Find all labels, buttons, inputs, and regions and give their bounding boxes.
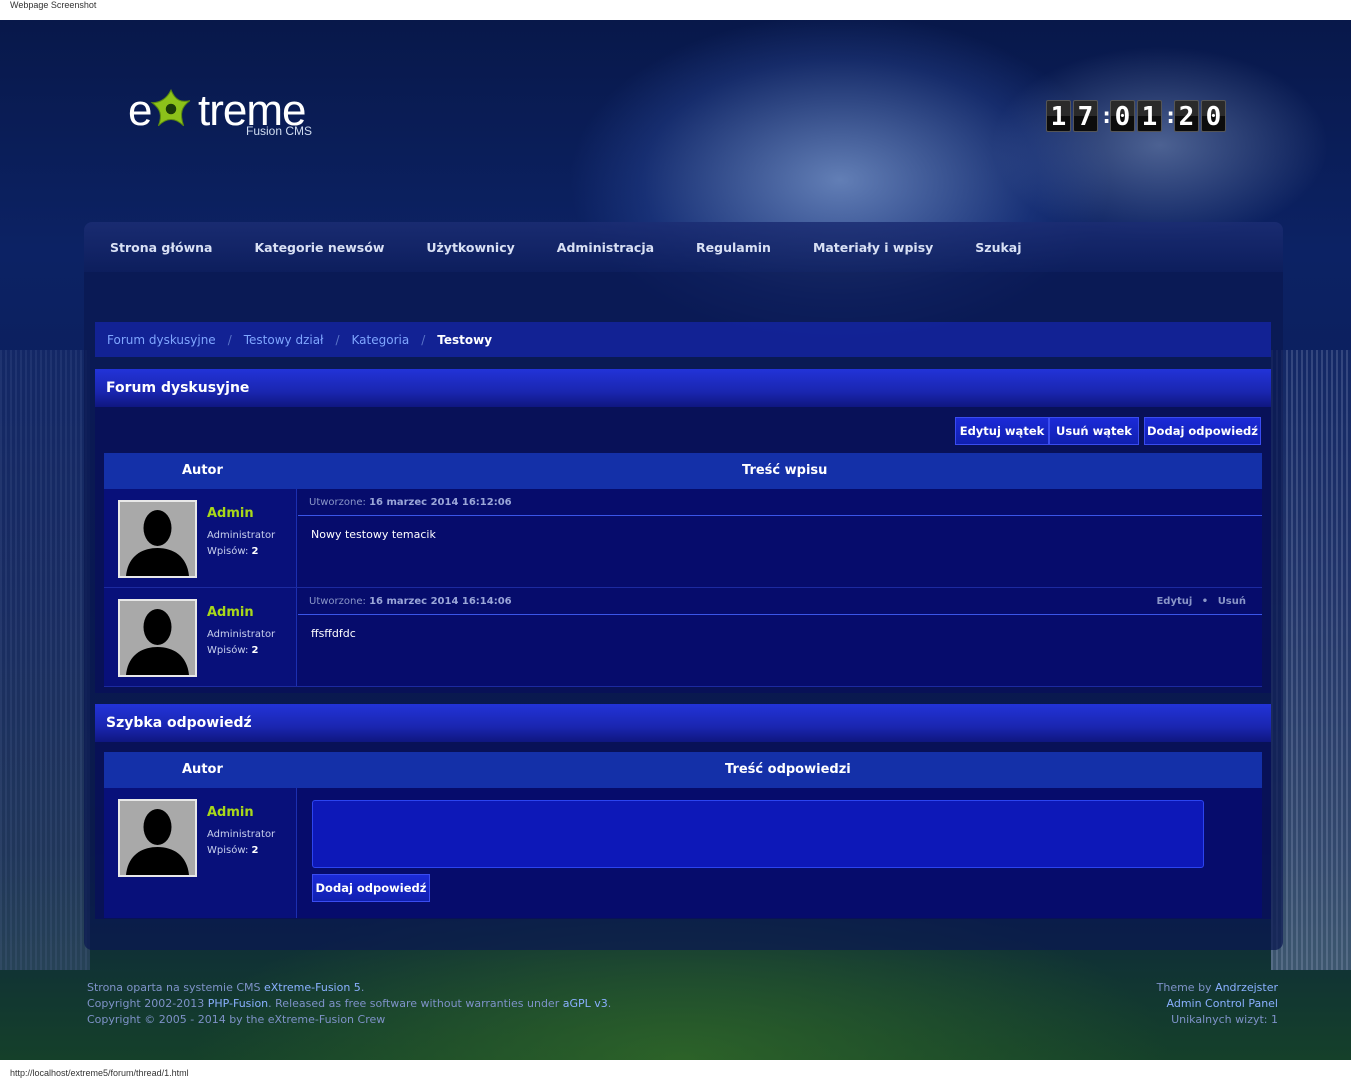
footer-link-phpfusion[interactable]: PHP-Fusion — [208, 997, 268, 1010]
footer-line-2: Copyright 2002-2013 PHP-Fusion. Released… — [87, 997, 612, 1010]
footer-link-agpl[interactable]: aGPL v3 — [563, 997, 608, 1010]
post-body: Nowy testowy temacik — [311, 528, 436, 541]
submit-reply-button[interactable]: Dodaj odpowiedź — [312, 874, 430, 902]
background-crowd-right — [1271, 350, 1351, 970]
posts-table-header: Autor Treść wpisu — [104, 453, 1262, 489]
forum-panel: Forum dyskusyjne Edytuj wątek Usuń wątek… — [95, 369, 1271, 693]
nav-item-news-categories[interactable]: Kategorie newsów — [254, 240, 384, 255]
breadcrumb: Forum dyskusyjne / Testowy dział / Kateg… — [95, 322, 1271, 357]
nav-item-rules[interactable]: Regulamin — [696, 240, 771, 255]
post-meta: Utworzone: 16 marzec 2014 16:12:06 — [298, 489, 1262, 516]
reply-username[interactable]: Admin — [207, 805, 254, 820]
post-author: Admin Administrator Wpisów: 2 — [104, 588, 297, 686]
breadcrumb-link-section[interactable]: Testowy dział — [244, 333, 324, 347]
post-content: Utworzone: 16 marzec 2014 16:12:06 Nowy … — [298, 489, 1262, 587]
avatar[interactable] — [118, 500, 197, 578]
flip-clock: 1 7 : 0 1 : 2 0 — [1046, 100, 1228, 132]
column-content: Treść wpisu — [742, 463, 828, 478]
user-silhouette-icon — [120, 801, 195, 875]
quick-reply-panel: Szybka odpowiedź Autor Treść odpowiedzi … — [95, 704, 1271, 919]
footer-theme: Theme by Andrzejster — [1156, 981, 1278, 994]
edit-post-link[interactable]: Edytuj — [1156, 596, 1192, 607]
clock-colon: : — [1164, 103, 1178, 129]
edit-thread-button[interactable]: Edytuj wątek — [955, 417, 1049, 445]
breadcrumb-separator: / — [227, 332, 232, 347]
nav-item-search[interactable]: Szukaj — [975, 240, 1021, 255]
post-actions: Edytuj • Usuń — [1156, 588, 1246, 615]
post-username[interactable]: Admin — [207, 605, 254, 620]
nav-item-materials[interactable]: Materiały i wpisy — [813, 240, 933, 255]
breadcrumb-separator: / — [335, 332, 340, 347]
footer-link-author[interactable]: Andrzejster — [1215, 981, 1278, 994]
forum-panel-title: Forum dyskusyjne — [95, 369, 1271, 407]
post-author: Admin Administrator Wpisów: 2 — [104, 489, 297, 587]
forum-post: Admin Administrator Wpisów: 2 Utworzone:… — [104, 489, 1262, 588]
post-username[interactable]: Admin — [207, 506, 254, 521]
background-crowd-left — [0, 350, 90, 970]
avatar[interactable] — [118, 799, 197, 877]
add-reply-button[interactable]: Dodaj odpowiedź — [1144, 417, 1261, 445]
page: e treme Fusion CMS 1 7 : 0 1 : 2 0 Stron… — [0, 20, 1351, 1060]
footer-visits: Unikalnych wizyt: 1 — [1171, 1013, 1278, 1026]
site-logo[interactable]: e treme Fusion CMS — [128, 86, 328, 146]
footer-right: Theme by Andrzejster Admin Control Panel… — [1157, 980, 1278, 1028]
delete-post-link[interactable]: Usuń — [1218, 596, 1246, 607]
reply-table-header: Autor Treść odpowiedzi — [104, 752, 1262, 788]
user-silhouette-icon — [120, 601, 195, 675]
post-user-role: Administrator — [207, 629, 276, 640]
column-author: Autor — [182, 762, 223, 777]
nav-item-administration[interactable]: Administracja — [557, 240, 654, 255]
clock-digit: 0 — [1201, 100, 1226, 132]
forum-post: Admin Administrator Wpisów: 2 Utworzone:… — [104, 588, 1262, 687]
clock-digit: 1 — [1046, 100, 1071, 132]
breadcrumb-separator: / — [421, 332, 426, 347]
reply-user-count: Wpisów: 2 — [207, 845, 259, 856]
clock-colon: : — [1100, 103, 1114, 129]
breadcrumb-link-category[interactable]: Kategoria — [352, 333, 410, 347]
reply-author: Admin Administrator Wpisów: 2 — [104, 788, 297, 918]
main-nav: Strona główna Kategorie newsów Użytkowni… — [84, 222, 1283, 272]
post-meta: Utworzone: 16 marzec 2014 16:14:06 — [298, 588, 1262, 615]
delete-thread-button[interactable]: Usuń wątek — [1049, 417, 1139, 445]
main-container: Strona główna Kategorie newsów Użytkowni… — [84, 222, 1283, 950]
logo-subtitle: Fusion CMS — [246, 124, 313, 138]
reply-user-role: Administrator — [207, 829, 276, 840]
post-content: Utworzone: 16 marzec 2014 16:14:06 Edytu… — [298, 588, 1262, 686]
post-user-role: Administrator — [207, 530, 276, 541]
footer-link-extreme[interactable]: eXtreme-Fusion 5 — [264, 981, 361, 994]
column-author: Autor — [182, 463, 223, 478]
post-body: ffsffdfdc — [311, 627, 356, 640]
clock-digit: 2 — [1174, 100, 1199, 132]
quick-reply-title: Szybka odpowiedź — [95, 704, 1271, 742]
status-bar-url: http://localhost/extreme5/forum/thread/1… — [10, 1068, 189, 1078]
avatar[interactable] — [118, 599, 197, 677]
breadcrumb-current: Testowy — [437, 332, 493, 347]
footer-left: Strona oparta na systemie CMS eXtreme-Fu… — [87, 980, 611, 1028]
clock-digit: 1 — [1137, 100, 1162, 132]
user-silhouette-icon — [120, 502, 195, 576]
post-user-count: Wpisów: 2 — [207, 645, 259, 656]
footer-line-1: Strona oparta na systemie CMS eXtreme-Fu… — [87, 981, 365, 994]
reply-textarea[interactable] — [312, 800, 1204, 868]
admin-control-panel-link[interactable]: Admin Control Panel — [1157, 996, 1279, 1012]
nav-item-home[interactable]: Strona główna — [110, 240, 212, 255]
post-user-count: Wpisów: 2 — [207, 546, 259, 557]
column-reply-content: Treść odpowiedzi — [725, 762, 851, 777]
footer-line-3: Copyright © 2005 - 2014 by the eXtreme-F… — [87, 1013, 386, 1026]
logo-letter-e: e — [128, 86, 153, 135]
nav-item-users[interactable]: Użytkownicy — [426, 240, 514, 255]
clock-digit: 0 — [1110, 100, 1135, 132]
screenshot-label: Webpage Screenshot — [10, 0, 97, 10]
action-separator: • — [1201, 596, 1209, 607]
clock-digit: 7 — [1073, 100, 1098, 132]
breadcrumb-link-forum[interactable]: Forum dyskusyjne — [107, 333, 216, 347]
reply-area: Admin Administrator Wpisów: 2 Dodaj odpo… — [104, 788, 1262, 918]
logo-star-icon — [150, 88, 191, 127]
